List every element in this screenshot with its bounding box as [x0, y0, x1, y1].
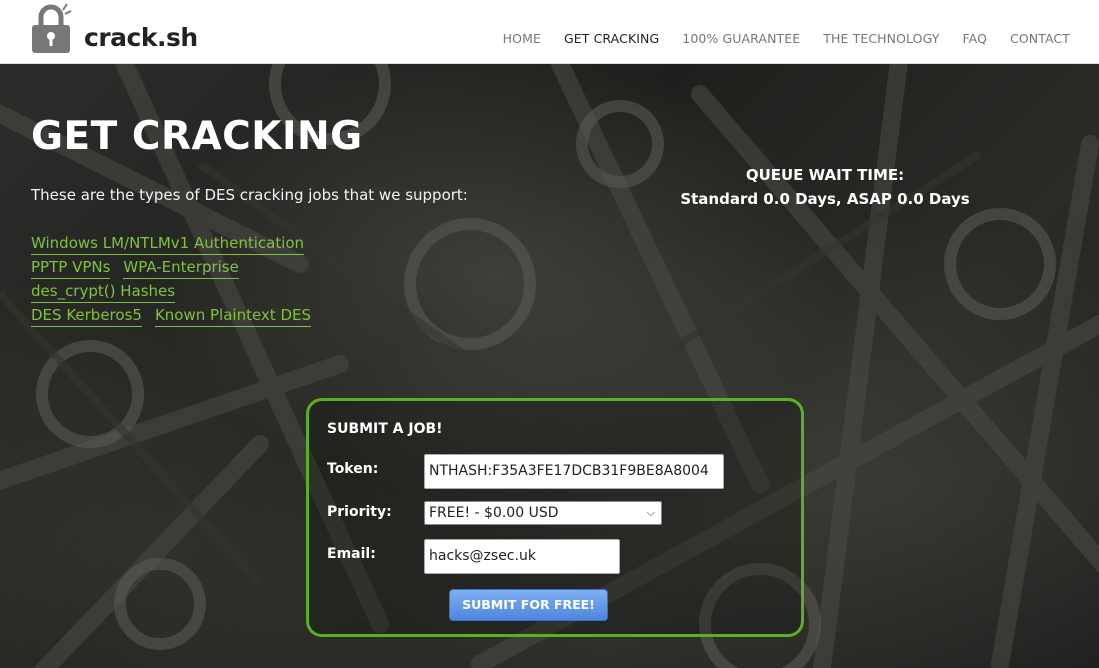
queue-label: QUEUE WAIT TIME:: [745, 166, 905, 184]
chevron-down-icon: ⌵: [646, 506, 655, 519]
job-link-row: PPTP VPNs WPA-Enterprise: [31, 258, 311, 282]
intro-text: These are the types of DES cracking jobs…: [31, 186, 468, 204]
job-link-row: DES Kerberos5 Known Plaintext DES: [31, 306, 312, 330]
nav-guarantee[interactable]: 100% GUARANTEE: [682, 31, 800, 46]
link-known-plaintext-des[interactable]: Known Plaintext DES: [154, 306, 312, 327]
submit-button[interactable]: SUBMIT FOR FREE!: [449, 589, 608, 621]
queue-wait-time: QUEUE WAIT TIME: Standard 0.0 Days, ASAP…: [600, 163, 1050, 211]
site-header: crack.sh HOME GET CRACKING 100% GUARANTE…: [0, 0, 1099, 64]
link-wpa-enterprise[interactable]: WPA-Enterprise: [123, 258, 239, 279]
token-label: Token:: [327, 461, 379, 477]
page-title: GET CRACKING: [31, 114, 363, 159]
priority-selected-value: FREE! - $0.00 USD: [429, 505, 559, 521]
nav-faq[interactable]: FAQ: [963, 31, 988, 46]
token-input[interactable]: NTHASH:F35A3FE17DCB31F9BE8A8004: [424, 454, 724, 489]
email-label: Email:: [327, 546, 376, 562]
brand-logo[interactable]: crack.sh: [30, 2, 198, 54]
panel-title: SUBMIT A JOB!: [327, 421, 443, 437]
nav-home[interactable]: HOME: [503, 31, 541, 46]
job-type-links: Windows LM/NTLMv1 Authentication PPTP VP…: [31, 234, 312, 330]
nav-get-cracking[interactable]: GET CRACKING: [564, 31, 659, 46]
job-link-row: des_crypt() Hashes: [31, 282, 311, 306]
job-link-row: Windows LM/NTLMv1 Authentication: [31, 234, 311, 258]
lock-icon: [32, 3, 72, 53]
nav-technology[interactable]: THE TECHNOLOGY: [823, 31, 939, 46]
priority-label: Priority:: [327, 504, 392, 520]
brand-name: crack.sh: [84, 22, 198, 52]
main-nav: HOME GET CRACKING 100% GUARANTEE THE TEC…: [480, 31, 1070, 46]
priority-select[interactable]: FREE! - $0.00 USD ⌵: [424, 501, 662, 525]
nav-contact[interactable]: CONTACT: [1010, 31, 1070, 46]
link-des-crypt[interactable]: des_crypt() Hashes: [31, 282, 176, 303]
queue-value: Standard 0.0 Days, ASAP 0.0 Days: [680, 190, 970, 208]
link-pptp-vpns[interactable]: PPTP VPNs: [31, 258, 111, 279]
email-input[interactable]: hacks@zsec.uk: [424, 539, 620, 574]
link-des-kerberos5[interactable]: DES Kerberos5: [31, 306, 142, 327]
link-windows-lm-ntlmv1[interactable]: Windows LM/NTLMv1 Authentication: [31, 234, 305, 255]
submit-job-panel: SUBMIT A JOB! Token: NTHASH:F35A3FE17DCB…: [306, 398, 804, 637]
